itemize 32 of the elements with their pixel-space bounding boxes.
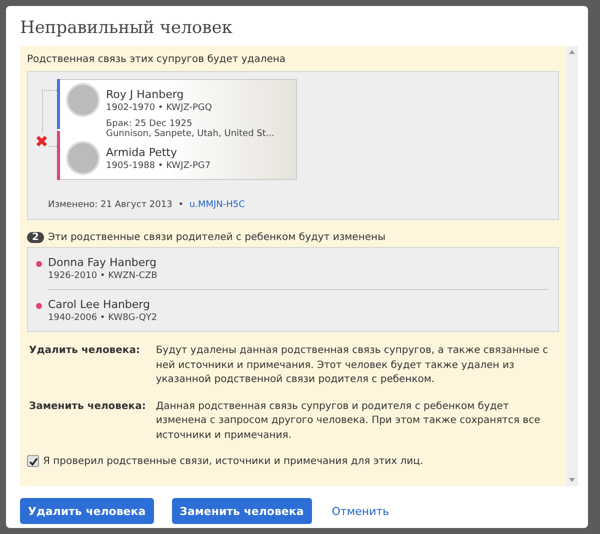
scroll-down-icon[interactable] <box>569 478 575 482</box>
confirm-checkbox[interactable] <box>27 455 39 467</box>
person-details: 1902-1970 • KWJZ-PGQ <box>106 102 212 112</box>
avatar <box>66 83 100 117</box>
action-button[interactable]: Заменить человека <box>172 498 312 524</box>
person-details: 1940-2006 • KW8G-QY2 <box>48 313 158 323</box>
removed-mark: ✖ <box>35 134 48 150</box>
dialog-title: Неправильный человек <box>20 18 234 38</box>
count-badge: 2 <box>27 232 44 243</box>
marriage-place: Gunnison, Sanpete, Utah, United St... <box>106 129 274 139</box>
separator: • <box>178 200 184 210</box>
section-heading: Эти родственные связи родителей с ребенком будут изменены <box>48 232 386 243</box>
changed-date: Изменено: 21 Август 2013 <box>48 200 172 210</box>
person-name[interactable]: Armida Petty <box>106 146 211 158</box>
action-button[interactable]: Удалить человека <box>20 498 154 524</box>
contributor-link[interactable]: u.MMJN-H5C <box>189 200 245 210</box>
avatar <box>66 141 100 175</box>
person-details: 1905-1988 • KWJZ-PG7 <box>106 160 211 170</box>
cancel-link[interactable]: Отменить <box>330 504 392 518</box>
scrollbar[interactable] <box>566 46 578 486</box>
term-description: Данная родственная связь супругов и родителя с ребенком будет изменена с запросом другого человека. При этом также сохранятся все источники и примечания. <box>156 400 542 442</box>
term-description: Будут удалены данная родственная связь супругов, а также связанные с ней источники и примечания. Этот человек будет также удален из указанной родственной связи родителя с ребенком. <box>156 344 550 387</box>
term-label: Заменить человека: <box>29 400 146 414</box>
person-name[interactable]: Donna Fay Hanberg <box>48 256 158 269</box>
person-name[interactable]: Roy J Hanberg <box>106 88 212 100</box>
marriage-event: Брак: 25 Dec 1925 <box>106 119 192 129</box>
scroll-up-icon[interactable] <box>569 50 575 54</box>
person-details: 1926-2010 • KWZN-CZB <box>48 271 158 281</box>
section-heading: Родственная связь этих супругов будет удалена <box>27 54 287 65</box>
confirm-label: Я проверил родственные связи, источники и примечания для этих лиц. <box>43 456 424 466</box>
person-name[interactable]: Carol Lee Hanberg <box>48 298 158 311</box>
term-label: Удалить человека: <box>29 344 141 358</box>
